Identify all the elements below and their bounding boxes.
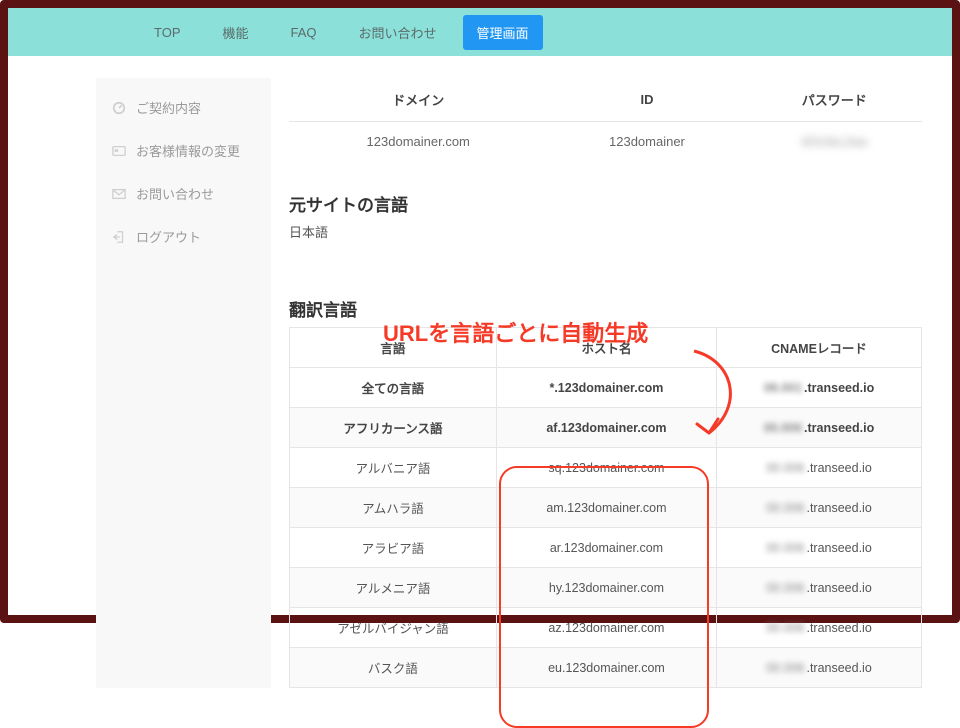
dashboard-icon	[112, 101, 126, 115]
nav-contact[interactable]: お問い合わせ	[343, 15, 453, 50]
lang-all-host: *.123domainer.com	[496, 368, 716, 408]
sidebar-item-label: ご契約内容	[136, 98, 201, 117]
lang-host: hy.123domainer.com	[496, 568, 716, 608]
sidebar-item-customer[interactable]: お客様情報の変更	[96, 129, 271, 172]
lang-name: アルメニア語	[290, 568, 497, 608]
sidebar-item-label: お問い合わせ	[136, 184, 214, 203]
table-row: アルメニア語hy.123domainer.com00.006.transeed.…	[290, 568, 922, 608]
nav-admin-button[interactable]: 管理画面	[463, 15, 543, 50]
table-row: アラビア語ar.123domainer.com00.006.transeed.i…	[290, 528, 922, 568]
lang-cname: 00.006.transeed.io	[717, 568, 922, 608]
lang-name: アムハラ語	[290, 488, 497, 528]
info-password: iiOv3xL2ea	[746, 122, 922, 162]
lang-cname: 00.006.transeed.io	[717, 608, 922, 648]
top-nav: TOP 機能 FAQ お問い合わせ 管理画面	[8, 8, 952, 56]
lang-name: アゼルバイジャン語	[290, 608, 497, 648]
lang-cname: 00.006.transeed.io	[717, 448, 922, 488]
nav-top[interactable]: TOP	[138, 17, 197, 48]
sidebar-item-contract[interactable]: ご契約内容	[96, 86, 271, 129]
table-row: アルバニア語sq.123domainer.com00.006.transeed.…	[290, 448, 922, 488]
lang-cname: 00.006.transeed.io	[717, 408, 922, 448]
callout-annotation: URLを言語ごとに自動生成	[383, 316, 648, 348]
nav-features[interactable]: 機能	[207, 15, 265, 50]
sidebar-item-label: ログアウト	[136, 227, 201, 246]
lang-all-label: 全ての言語	[290, 368, 497, 408]
card-icon	[112, 144, 126, 158]
info-header-password: パスワード	[746, 78, 922, 122]
table-row: バスク語eu.123domainer.com00.006.transeed.io	[290, 648, 922, 688]
lang-cname: 00.006.transeed.io	[717, 488, 922, 528]
sidebar: ご契約内容 お客様情報の変更 お問い合わせ ログアウト	[96, 78, 271, 688]
lang-all-cname: 08.001.transeed.io	[717, 368, 922, 408]
lang-host: af.123domainer.com	[496, 408, 716, 448]
lang-host: az.123domainer.com	[496, 608, 716, 648]
lang-cname: 00.006.transeed.io	[717, 528, 922, 568]
table-row: アムハラ語am.123domainer.com00.006.transeed.i…	[290, 488, 922, 528]
table-row: アゼルバイジャン語az.123domainer.com00.006.transe…	[290, 608, 922, 648]
lang-host: sq.123domainer.com	[496, 448, 716, 488]
source-lang-value: 日本語	[289, 222, 922, 241]
lang-name: バスク語	[290, 648, 497, 688]
sidebar-item-label: お客様情報の変更	[136, 141, 240, 160]
lang-host: am.123domainer.com	[496, 488, 716, 528]
lang-name: アフリカーンス語	[290, 408, 497, 448]
lang-name: アルバニア語	[290, 448, 497, 488]
mail-icon	[112, 187, 126, 201]
info-table: ドメイン ID パスワード 123domainer.com 123domaine…	[289, 78, 922, 161]
lang-cname: 00.006.transeed.io	[717, 648, 922, 688]
language-table: 言語 ホスト名 CNAMEレコード 全ての言語 *.123domainer.co…	[289, 327, 922, 688]
table-row: アフリカーンス語af.123domainer.com00.006.transee…	[290, 408, 922, 448]
lang-host: ar.123domainer.com	[496, 528, 716, 568]
info-id: 123domainer	[547, 122, 746, 162]
logout-icon	[112, 230, 126, 244]
lang-header-cname: CNAMEレコード	[717, 328, 922, 368]
info-domain: 123domainer.com	[289, 122, 547, 162]
nav-faq[interactable]: FAQ	[275, 17, 333, 48]
source-lang-title: 元サイトの言語	[289, 191, 922, 216]
lang-host: eu.123domainer.com	[496, 648, 716, 688]
sidebar-item-inquiry[interactable]: お問い合わせ	[96, 172, 271, 215]
main-content: ドメイン ID パスワード 123domainer.com 123domaine…	[289, 78, 922, 688]
lang-name: アラビア語	[290, 528, 497, 568]
info-header-domain: ドメイン	[289, 78, 547, 122]
info-header-id: ID	[547, 78, 746, 122]
sidebar-item-logout[interactable]: ログアウト	[96, 215, 271, 258]
